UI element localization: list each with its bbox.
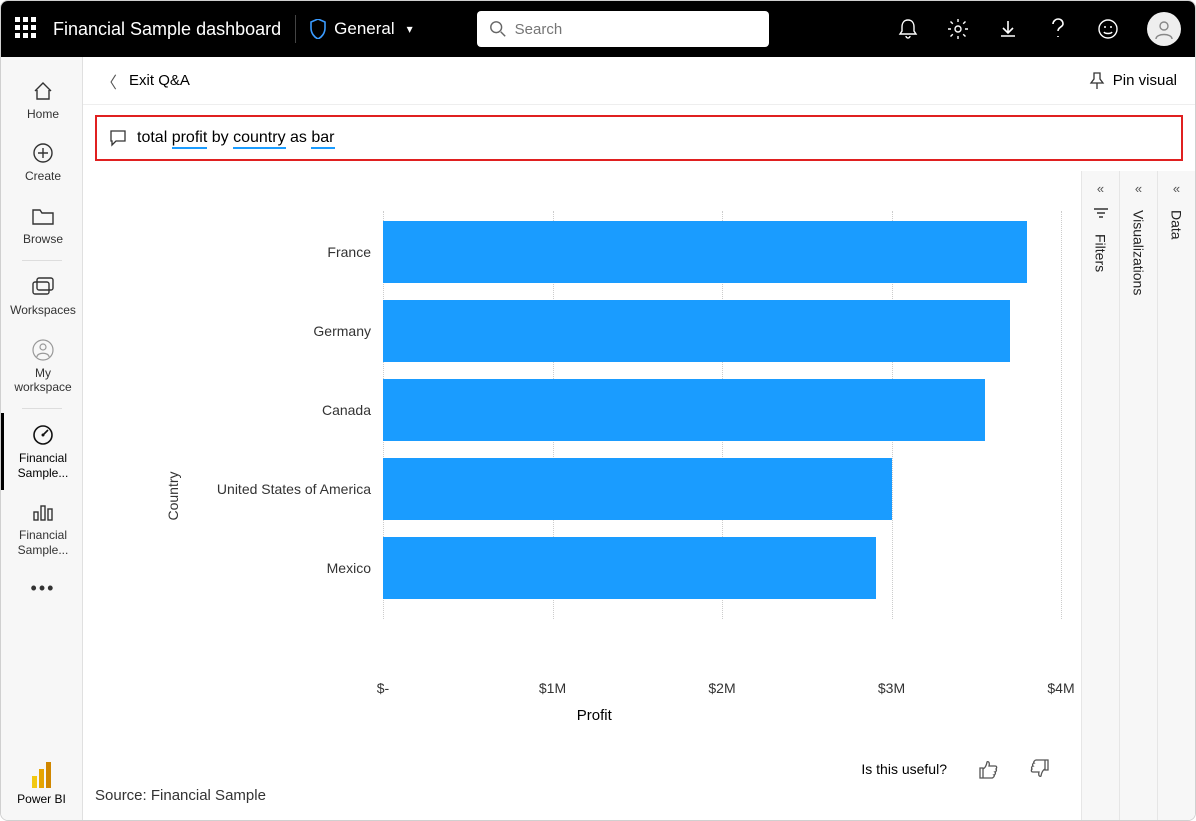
person-circle-icon [31, 338, 55, 362]
back-button[interactable]: 〈 [101, 69, 117, 93]
main-content: 〈 Exit Q&A Pin visual total profit by co… [83, 57, 1195, 820]
filters-pane-collapsed[interactable]: « Filters [1081, 171, 1119, 820]
x-axis-ticks: $-$1M$2M$3M$4M [383, 680, 1061, 700]
bar [383, 300, 1010, 362]
nav-more[interactable]: ••• [1, 567, 82, 611]
notifications-icon[interactable] [897, 18, 919, 40]
pin-icon [1089, 72, 1105, 90]
user-avatar[interactable] [1147, 12, 1181, 46]
x-tick-label: $4M [1047, 680, 1074, 696]
chat-bubble-icon [109, 129, 127, 147]
folder-icon [31, 204, 55, 228]
right-panes: « Filters « Visualizations « Data [1081, 171, 1195, 820]
app-launcher-icon[interactable] [15, 17, 39, 41]
ellipsis-icon: ••• [31, 577, 55, 601]
nav-separator [22, 408, 62, 409]
x-tick-label: $2M [708, 680, 735, 696]
search-input[interactable] [515, 21, 757, 38]
useful-label: Is this useful? [861, 761, 947, 777]
top-bar: Financial Sample dashboard General ▾ [1, 1, 1195, 57]
classification-dropdown[interactable]: General ▾ [310, 19, 413, 39]
data-pane-collapsed[interactable]: « Data [1157, 171, 1195, 820]
settings-gear-icon[interactable] [947, 18, 969, 40]
left-nav: Home Create Browse Workspaces My workspa… [1, 57, 83, 820]
help-icon[interactable] [1047, 18, 1069, 40]
search-icon [489, 20, 507, 38]
breadcrumb-bar: 〈 Exit Q&A Pin visual [83, 57, 1195, 105]
x-tick-label: $- [377, 680, 389, 696]
bar-row[interactable]: Canada [383, 379, 985, 441]
filters-icon [1093, 206, 1109, 220]
bar [383, 537, 876, 599]
powerbi-logo-icon [32, 762, 52, 788]
chevron-down-icon: ▾ [407, 22, 413, 36]
search-box[interactable] [477, 11, 769, 47]
gauge-icon [31, 423, 55, 447]
collapse-chevron-icon: « [1135, 181, 1142, 196]
bar [383, 379, 985, 441]
x-tick-label: $1M [539, 680, 566, 696]
bar-category-label: Mexico [91, 560, 371, 576]
thumbs-down-button[interactable] [1029, 758, 1051, 780]
nav-separator [22, 260, 62, 261]
create-icon [31, 141, 55, 165]
nav-workspaces[interactable]: Workspaces [1, 265, 82, 327]
page-title: Financial Sample dashboard [53, 19, 281, 40]
bar [383, 221, 1027, 283]
visualizations-pane-collapsed[interactable]: « Visualizations [1119, 171, 1157, 820]
bar-row[interactable]: Germany [383, 300, 1010, 362]
x-tick-label: $3M [878, 680, 905, 696]
bar-row[interactable]: Mexico [383, 537, 876, 599]
pin-visual-button[interactable]: Pin visual [1089, 72, 1177, 90]
nav-financial-dashboard[interactable]: Financial Sample... [1, 413, 82, 490]
bar-category-label: United States of America [91, 481, 371, 497]
feedback-face-icon[interactable] [1097, 18, 1119, 40]
nav-my-workspace[interactable]: My workspace [1, 328, 82, 405]
nav-browse[interactable]: Browse [1, 194, 82, 256]
bar-category-label: Canada [91, 402, 371, 418]
bar-category-label: France [91, 244, 371, 260]
shield-icon [310, 19, 326, 39]
download-icon[interactable] [997, 18, 1019, 40]
x-axis-label: Profit [577, 707, 612, 724]
bar [383, 458, 892, 520]
bar-category-label: Germany [91, 323, 371, 339]
qna-input-bar[interactable]: total profit by country as bar [95, 115, 1183, 161]
nav-financial-report[interactable]: Financial Sample... [1, 490, 82, 567]
qna-query-text: total profit by country as bar [137, 129, 335, 147]
bar-row[interactable]: United States of America [383, 458, 892, 520]
bar-row[interactable]: France [383, 221, 1027, 283]
workspaces-icon [31, 275, 55, 299]
feedback-row: Is this useful? [861, 758, 1051, 780]
collapse-chevron-icon: « [1097, 181, 1104, 196]
thumbs-up-button[interactable] [977, 758, 999, 780]
chart-source: Source: Financial Sample [95, 787, 266, 804]
powerbi-brand[interactable]: Power BI [17, 762, 66, 806]
exit-qna-link[interactable]: Exit Q&A [129, 72, 190, 89]
collapse-chevron-icon: « [1173, 181, 1180, 196]
chart-canvas: Country FranceGermanyCanadaUnited States… [83, 171, 1081, 820]
nav-create[interactable]: Create [1, 131, 82, 193]
classification-label: General [334, 19, 394, 39]
bar-chart-icon [31, 500, 55, 524]
bar-plot: France Germany Canada United States of Amer… [383, 221, 1061, 599]
home-icon [31, 79, 55, 103]
nav-home[interactable]: Home [1, 69, 82, 131]
divider [295, 15, 296, 43]
